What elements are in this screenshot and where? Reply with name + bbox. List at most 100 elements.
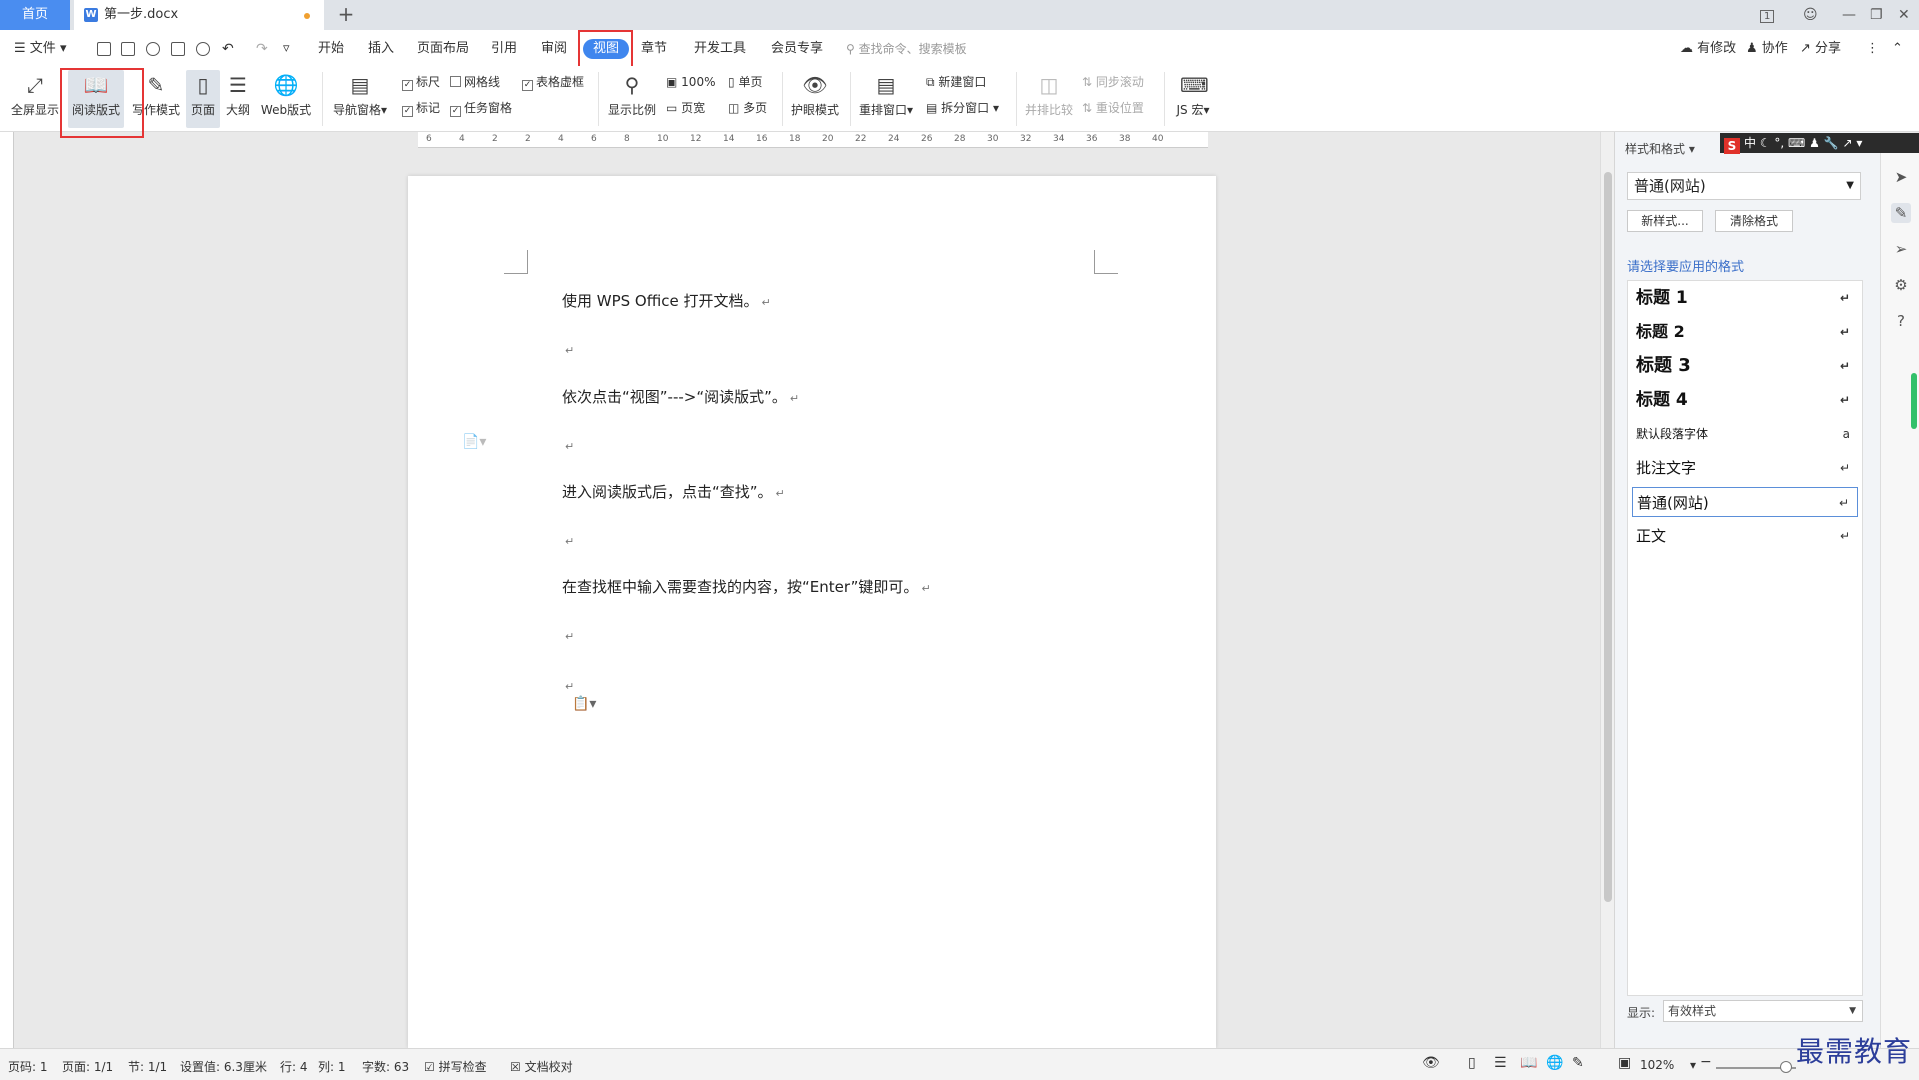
empty-paragraph[interactable]: ↵ — [562, 436, 574, 454]
ime-language[interactable]: 中 — [1744, 136, 1756, 150]
styles-pane-title[interactable]: 样式和格式 ▾ — [1625, 140, 1695, 157]
doc-proof-button[interactable]: ☒ 文档校对 — [510, 1058, 573, 1075]
tab-page-layout[interactable]: 页面布局 — [417, 39, 469, 59]
tab-review[interactable]: 审阅 — [541, 39, 567, 59]
gridlines-checkbox[interactable]: 网格线 — [450, 72, 500, 92]
side-scroll-indicator[interactable] — [1911, 373, 1917, 429]
style-heading-2[interactable]: 标题 2 ↵ — [1632, 317, 1858, 347]
clear-format-button[interactable]: 清除格式 — [1715, 210, 1793, 232]
home-tab[interactable]: 首页 — [0, 0, 70, 30]
vertical-scrollbar[interactable] — [1600, 132, 1614, 1048]
window-badge-icon[interactable]: 1 — [1760, 0, 1775, 30]
style-default-font[interactable]: 默认段落字体 a — [1632, 419, 1858, 449]
empty-paragraph[interactable]: ↵ — [562, 626, 574, 644]
empty-paragraph[interactable]: ↵ — [562, 531, 574, 549]
marks-checkbox[interactable]: ✓ 标记 — [402, 98, 440, 118]
zoom-button[interactable]: ⚲ 显示比例 — [604, 70, 660, 128]
adjust-sliders-icon[interactable]: ⚙ — [1891, 275, 1911, 295]
multi-page-button[interactable]: ◫ 多页 — [728, 98, 767, 118]
style-pen-icon[interactable]: ✎ — [1891, 203, 1911, 223]
new-window-button[interactable]: ⧉ 新建窗口 — [926, 72, 986, 92]
empty-paragraph[interactable]: ↵ — [562, 340, 574, 358]
reset-position-button[interactable]: ⇅ 重设位置 — [1082, 98, 1144, 118]
page-width-button[interactable]: ▭ 页宽 — [666, 98, 705, 118]
zoom-level[interactable]: 102% — [1640, 1058, 1674, 1072]
changes-button[interactable]: ☁ 有修改 — [1680, 39, 1736, 59]
document-tab[interactable]: W 第一步.docx — [74, 0, 324, 30]
style-normal-web[interactable]: 普通(网站) ↵ — [1632, 487, 1858, 517]
share-button[interactable]: ↗ 分享 — [1800, 39, 1841, 59]
compare-button[interactable]: ◫ 并排比较 — [1022, 70, 1076, 128]
command-search[interactable]: ⚲ 查找命令、搜索模板 — [846, 39, 967, 59]
style-body-text[interactable]: 正文 ↵ — [1632, 521, 1858, 551]
current-style-select[interactable]: 普通(网站) ▼ — [1627, 172, 1861, 200]
rearrange-window-button[interactable]: ▤ 重排窗口▾ — [856, 70, 916, 128]
minimize-icon[interactable]: — — [1842, 0, 1856, 30]
select-cursor-icon[interactable]: ➢ — [1891, 239, 1911, 259]
zoom-dropdown-icon[interactable]: ▾ — [1690, 1058, 1696, 1072]
zoom-slider-handle[interactable] — [1780, 1061, 1792, 1073]
nav-pane-button[interactable]: ▤ 导航窗格▾ — [330, 70, 390, 128]
web-view-icon[interactable]: 🌐 — [1546, 1055, 1563, 1071]
style-comment-text[interactable]: 批注文字 ↵ — [1632, 453, 1858, 483]
tab-start[interactable]: 开始 — [318, 39, 344, 59]
outline-view-button[interactable]: ☰ 大纲 — [222, 70, 254, 128]
paragraph-2[interactable]: 依次点击“视图”--->“阅读版式”。 ↵ — [562, 386, 799, 407]
file-menu[interactable]: ☰ 文件 ▾ — [14, 39, 66, 59]
empty-paragraph[interactable]: ↵ — [562, 676, 574, 694]
tab-member[interactable]: 会员专享 — [771, 39, 823, 59]
page-view-button[interactable]: ▯ 页面 — [186, 70, 220, 128]
help-icon[interactable]: ? — [1891, 311, 1911, 331]
print-preview-icon[interactable] — [196, 42, 210, 56]
new-doc-icon[interactable] — [97, 42, 111, 56]
tab-references[interactable]: 引用 — [491, 39, 517, 59]
quick-access-dropdown-icon[interactable]: ▿ — [283, 39, 290, 59]
web-view-button[interactable]: 🌐 Web版式 — [258, 70, 314, 128]
fullscreen-button[interactable]: ⤢ 全屏显示 — [10, 70, 60, 128]
eye-mode-button[interactable]: 👁 护眼模式 — [788, 70, 842, 128]
scrollbar-thumb[interactable] — [1604, 172, 1612, 902]
writing-mode-button[interactable]: ✎ 写作模式 — [130, 70, 182, 128]
ruler-checkbox[interactable]: ✓ 标尺 — [402, 72, 440, 92]
reading-view-icon[interactable]: 📖 — [1520, 1055, 1537, 1071]
paragraph-layout-icon[interactable]: 📄▾ — [462, 434, 486, 450]
undo-icon[interactable]: ↶ — [222, 39, 234, 59]
style-heading-3[interactable]: 标题 3 ↵ — [1632, 351, 1858, 381]
eye-protect-icon[interactable]: 👁 — [1422, 1055, 1440, 1071]
user-avatar-icon[interactable]: ☺ — [1803, 0, 1818, 30]
sync-scroll-button[interactable]: ⇅ 同步滚动 — [1082, 72, 1144, 92]
format-painter-icon[interactable] — [146, 42, 160, 56]
status-words[interactable]: 字数: 63 — [362, 1058, 409, 1075]
ime-toolbar[interactable]: S中 ☾ °, ⌨ ♟ 🔧 ↗ ▾ — [1720, 133, 1919, 154]
redo-icon[interactable]: ↷ — [256, 39, 268, 59]
reading-mode-button[interactable]: 📖 阅读版式 — [68, 70, 124, 128]
collapse-ribbon-icon[interactable]: ⌃ — [1892, 39, 1903, 59]
new-style-button[interactable]: 新样式... — [1627, 210, 1703, 232]
split-window-button[interactable]: ▤ 拆分窗口 ▾ — [926, 98, 999, 118]
new-tab-button[interactable]: + — [334, 2, 358, 26]
status-page[interactable]: 页面: 1/1 — [62, 1058, 113, 1075]
tab-view[interactable]: 视图 — [583, 39, 630, 59]
zoom-100-button[interactable]: ▣ 100% — [666, 72, 715, 92]
spell-check-button[interactable]: ☑ 拼写检查 — [424, 1058, 487, 1075]
restore-icon[interactable]: ❐ — [1870, 0, 1883, 30]
document-page[interactable] — [408, 176, 1216, 1048]
print-icon[interactable] — [171, 42, 185, 56]
tab-developer[interactable]: 开发工具 — [694, 39, 746, 59]
save-icon[interactable] — [121, 42, 135, 56]
collab-button[interactable]: ♟ 协作 — [1746, 39, 1788, 59]
show-filter-select[interactable]: 有效样式 ▼ — [1663, 1000, 1863, 1022]
close-icon[interactable]: ✕ — [1898, 0, 1910, 30]
fit-page-icon[interactable]: ▣ — [1618, 1055, 1631, 1071]
paragraph-1[interactable]: 使用 WPS Office 打开文档。 ↵ — [562, 290, 771, 311]
page-view-icon[interactable]: ▯ — [1468, 1055, 1476, 1071]
horizontal-ruler[interactable]: 6 4 2 2 4 6 8 10 12 14 16 18 20 22 24 26 28 30 32 34 36 38 40 — [418, 132, 1208, 148]
paragraph-3[interactable]: 进入阅读版式后，点击“查找”。 ↵ — [562, 481, 785, 502]
paragraph-4[interactable]: 在查找框中输入需要查找的内容，按“Enter”键即可。 ↵ — [562, 576, 931, 597]
paste-options-icon[interactable]: 📋▾ — [572, 696, 596, 712]
outline-view-icon[interactable]: ☰ — [1494, 1055, 1507, 1071]
table-virtual-checkbox[interactable]: ✓ 表格虚框 — [522, 72, 584, 92]
rocket-icon[interactable]: ➤ — [1891, 167, 1911, 187]
more-icon[interactable]: ⋮ — [1866, 39, 1879, 59]
zoom-out-icon[interactable]: − — [1700, 1054, 1712, 1070]
